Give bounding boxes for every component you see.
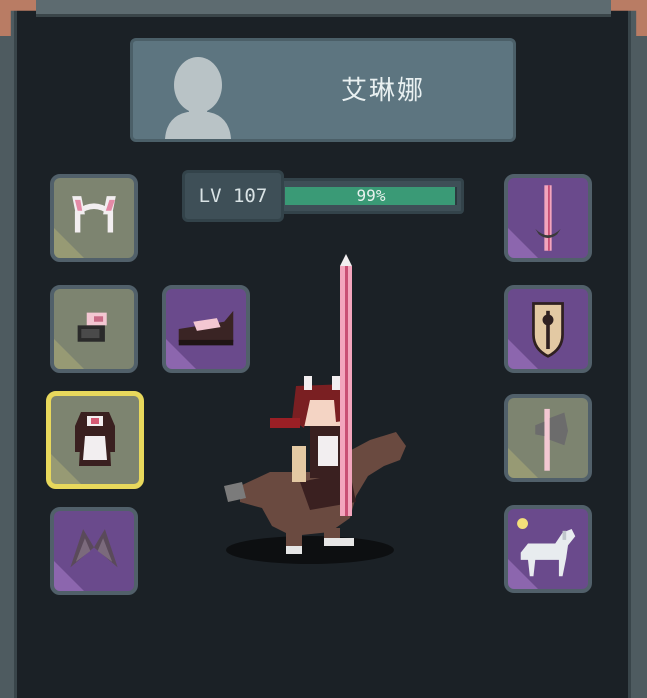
gauntlet-icon (77, 312, 107, 342)
mount-slot[interactable] (504, 505, 592, 593)
axe-icon (535, 408, 568, 471)
white-horse-icon (517, 518, 576, 577)
boots-icon (178, 310, 234, 346)
frame-top-border (36, 0, 611, 17)
cape-slot[interactable] (50, 507, 138, 595)
bunny-ears-headband-icon (72, 196, 116, 233)
maid-dress-icon (75, 412, 115, 466)
headgear-slot[interactable] (50, 174, 138, 262)
frame-left-border (0, 0, 17, 698)
character-name: 艾琳娜 (340, 76, 425, 106)
wings-icon (70, 529, 118, 568)
shield-icon (532, 302, 564, 358)
xp-bar: 99% (278, 178, 464, 214)
lance-icon (535, 185, 561, 251)
character-name-panel: 艾琳娜 (130, 38, 516, 142)
boots-slot[interactable] (162, 285, 250, 373)
weapon-slot[interactable] (504, 174, 592, 262)
shield-slot[interactable] (504, 285, 592, 373)
xp-percent: 99% (356, 186, 386, 205)
frame-corner-left (0, 0, 36, 36)
gloves-slot[interactable] (50, 285, 138, 373)
avatar-silhouette-icon (165, 57, 231, 139)
secondary-weapon-slot[interactable] (504, 394, 592, 482)
level-label: LV 107 (182, 170, 284, 222)
frame-right-border (628, 0, 647, 698)
level-xp-group: 99% LV 107 (182, 170, 464, 222)
armor-slot[interactable] (46, 391, 144, 489)
